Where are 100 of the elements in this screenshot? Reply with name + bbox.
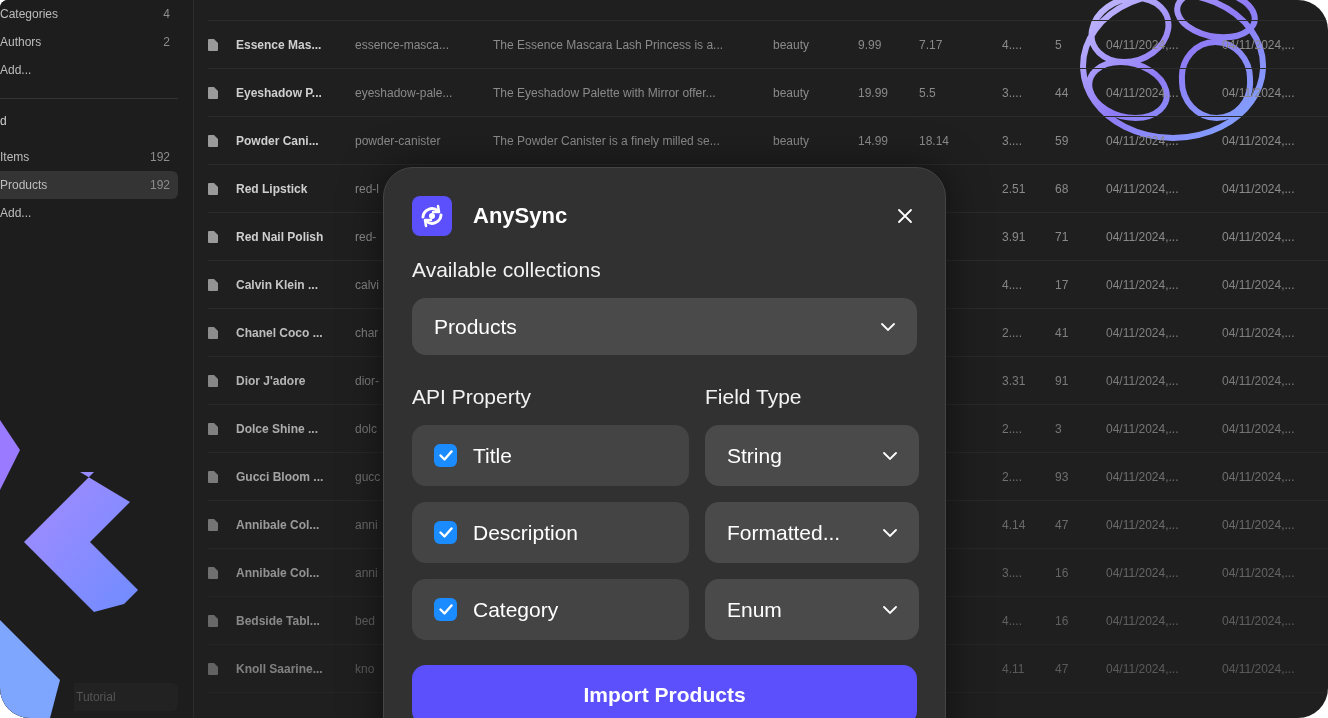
table-cell: 3.31 (1002, 373, 1026, 388)
table-cell: 9.99 (858, 37, 882, 52)
table-cell: 7.17 (919, 37, 943, 52)
table-cell: 19.99 (858, 85, 889, 100)
item-label: Add... (0, 63, 32, 77)
sidebar-item[interactable]: Add... (0, 56, 178, 84)
table-cell: essence-masca... (355, 37, 450, 52)
item-label: Authors (0, 35, 42, 49)
table-cell: 68 (1055, 181, 1069, 196)
table-cell: Essence Mas... (236, 37, 322, 52)
document-icon (208, 230, 218, 243)
table-cell: 2.51 (1002, 181, 1026, 196)
table-cell: red- (355, 229, 377, 244)
sidebar-item[interactable]: Add... (0, 199, 178, 227)
table-cell: 04/11/2024,... (1106, 133, 1179, 148)
table-cell: 47 (1055, 661, 1069, 676)
table-cell: 93 (1055, 469, 1069, 484)
table-cell: gucc (355, 469, 381, 484)
property-label: Category (473, 597, 559, 622)
table-cell: 2.... (1002, 469, 1022, 484)
import-button[interactable]: Import Products (412, 665, 917, 718)
item-count: 192 (149, 150, 170, 164)
table-cell: dior- (355, 373, 379, 388)
table-cell: 3.91 (1002, 229, 1026, 244)
document-icon (208, 374, 218, 387)
sidebar-item[interactable]: Products 192 (0, 171, 178, 199)
table-cell: 04/11/2024,... (1106, 661, 1179, 676)
table-cell: anni (355, 517, 378, 532)
document-icon (208, 182, 218, 195)
sync-logo-icon (412, 196, 452, 236)
table-cell: Calvin Klein ... (236, 277, 319, 292)
table-cell: Annibale Col... (236, 565, 320, 580)
type-select[interactable]: Formatted... (705, 502, 919, 563)
item-label: Products (0, 178, 48, 192)
checkbox[interactable] (434, 598, 457, 621)
table-cell: eyeshadow-pale... (355, 85, 453, 100)
document-icon (208, 614, 218, 627)
table-cell: bed (355, 613, 376, 628)
field-label: Available collections (412, 258, 602, 282)
property-label: Title (473, 443, 512, 468)
document-icon (208, 86, 218, 99)
checkbox[interactable] (434, 444, 457, 467)
table-cell: Dior J'adore (236, 373, 306, 388)
table-cell: 04/11/2024,... (1222, 373, 1295, 388)
table-cell: Annibale Col... (236, 517, 320, 532)
dialog-title: AnySync (473, 203, 569, 229)
table-cell: 4.... (1002, 37, 1022, 52)
table-cell: beauty (773, 85, 810, 100)
table-cell: Red Lipstick (236, 181, 308, 196)
table-cell: 04/11/2024,... (1222, 613, 1295, 628)
collection-select[interactable]: Products (412, 298, 917, 355)
chevron-down-icon (883, 451, 897, 460)
property-label: Description (473, 520, 579, 545)
checkbox[interactable] (434, 521, 457, 544)
document-icon (208, 38, 218, 51)
table-cell: The Essence Mascara Lash Princess is a... (493, 37, 724, 52)
close-button[interactable] (897, 208, 913, 224)
type-select[interactable]: Enum (705, 579, 919, 640)
column-heading: Field Type (705, 385, 803, 409)
table-cell: The Powder Canister is a finely milled se... (493, 133, 720, 148)
table-cell: 4.... (1002, 277, 1022, 292)
table-cell: 04/11/2024,... (1222, 565, 1295, 580)
sidebar-item[interactable]: Categories 4 (0, 0, 178, 28)
table-cell: 04/11/2024,... (1106, 421, 1179, 436)
table-cell: beauty (773, 133, 810, 148)
table-cell: 04/11/2024,... (1222, 661, 1295, 676)
table-cell: Chanel Coco ... (236, 325, 323, 340)
table-cell: 04/11/2024,... (1106, 613, 1179, 628)
table-cell: 04/11/2024,... (1222, 133, 1295, 148)
sidebar-item[interactable]: Authors 2 (0, 28, 178, 56)
chevron-down-icon (883, 605, 897, 614)
table-cell: 04/11/2024,... (1106, 181, 1179, 196)
table-cell: 47 (1055, 517, 1069, 532)
sidebar-item[interactable]: Items 192 (0, 143, 178, 171)
document-icon (208, 518, 218, 531)
table-cell: 04/11/2024,... (1222, 325, 1295, 340)
table-cell: 2.... (1002, 325, 1022, 340)
type-select[interactable]: String (705, 425, 919, 486)
item-count: 4 (163, 7, 170, 21)
check-icon (438, 604, 453, 615)
item-label: Add... (0, 206, 32, 220)
table-cell: Knoll Saarine... (236, 661, 323, 676)
table-cell: red-l (355, 181, 379, 196)
table-cell: 04/11/2024,... (1222, 469, 1295, 484)
table-cell: 3 (1055, 421, 1062, 436)
table-cell: Eyeshadow P... (236, 85, 322, 100)
item-count: 2 (163, 35, 170, 49)
table-cell: Red Nail Polish (236, 229, 324, 244)
table-cell: 4.... (1002, 613, 1022, 628)
table-cell: 44 (1055, 85, 1069, 100)
table-cell: 04/11/2024,... (1222, 421, 1295, 436)
table-cell: beauty (773, 37, 810, 52)
check-icon (438, 450, 453, 461)
table-cell: 16 (1055, 613, 1069, 628)
table-cell: 04/11/2024,... (1222, 229, 1295, 244)
table-cell: dolc (355, 421, 377, 436)
table-cell: 59 (1055, 133, 1069, 148)
table-cell: 91 (1055, 373, 1069, 388)
document-icon (208, 134, 218, 147)
table-cell: 04/11/2024,... (1106, 325, 1179, 340)
